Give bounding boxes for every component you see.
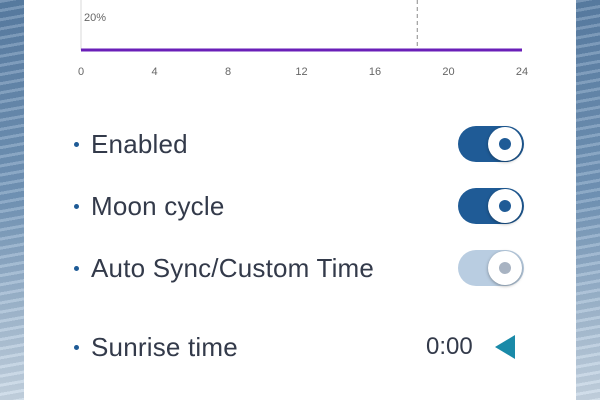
triangle-left-icon[interactable] xyxy=(495,335,515,359)
bullet-icon xyxy=(74,141,79,147)
bullet-icon xyxy=(74,344,79,350)
background-sea-left xyxy=(0,0,24,400)
x-tick-label: 24 xyxy=(515,66,529,78)
toggle-knob xyxy=(488,189,522,223)
moon-cycle-toggle[interactable] xyxy=(458,188,524,224)
setting-row-auto-sync: Auto Sync/Custom Time xyxy=(24,246,576,290)
bullet-icon xyxy=(74,265,79,271)
x-tick-label: 0 xyxy=(77,66,85,78)
y-tick-label: 20% xyxy=(84,12,107,24)
sunrise-time-value[interactable]: 0:00 xyxy=(426,333,473,361)
moon-cycle-label: Moon cycle xyxy=(91,190,225,221)
enabled-label: Enabled xyxy=(91,128,188,159)
setting-row-enabled: Enabled xyxy=(24,122,576,166)
bullet-icon xyxy=(74,203,79,209)
x-tick-label: 8 xyxy=(224,66,232,78)
toggle-knob xyxy=(488,251,522,285)
sunrise-label: Sunrise time xyxy=(91,331,238,362)
toggle-knob xyxy=(488,127,522,161)
auto-sync-toggle[interactable] xyxy=(458,250,524,286)
schedule-chart: 20% 0 4 8 12 16 20 24 xyxy=(24,0,576,90)
setting-row-sunrise: Sunrise time 0:00 xyxy=(24,325,576,369)
background-sea-right xyxy=(576,0,600,400)
settings-panel: 20% 0 4 8 12 16 20 24 Enabled Moon cycle Auto … xyxy=(24,0,576,400)
auto-sync-label: Auto Sync/Custom Time xyxy=(91,252,375,283)
x-tick-label: 16 xyxy=(368,66,382,78)
setting-row-moon-cycle: Moon cycle xyxy=(24,184,576,228)
x-tick-label: 12 xyxy=(295,66,308,78)
enabled-toggle[interactable] xyxy=(458,126,524,162)
x-tick-label: 20 xyxy=(442,66,455,78)
x-tick-label: 4 xyxy=(151,66,158,78)
